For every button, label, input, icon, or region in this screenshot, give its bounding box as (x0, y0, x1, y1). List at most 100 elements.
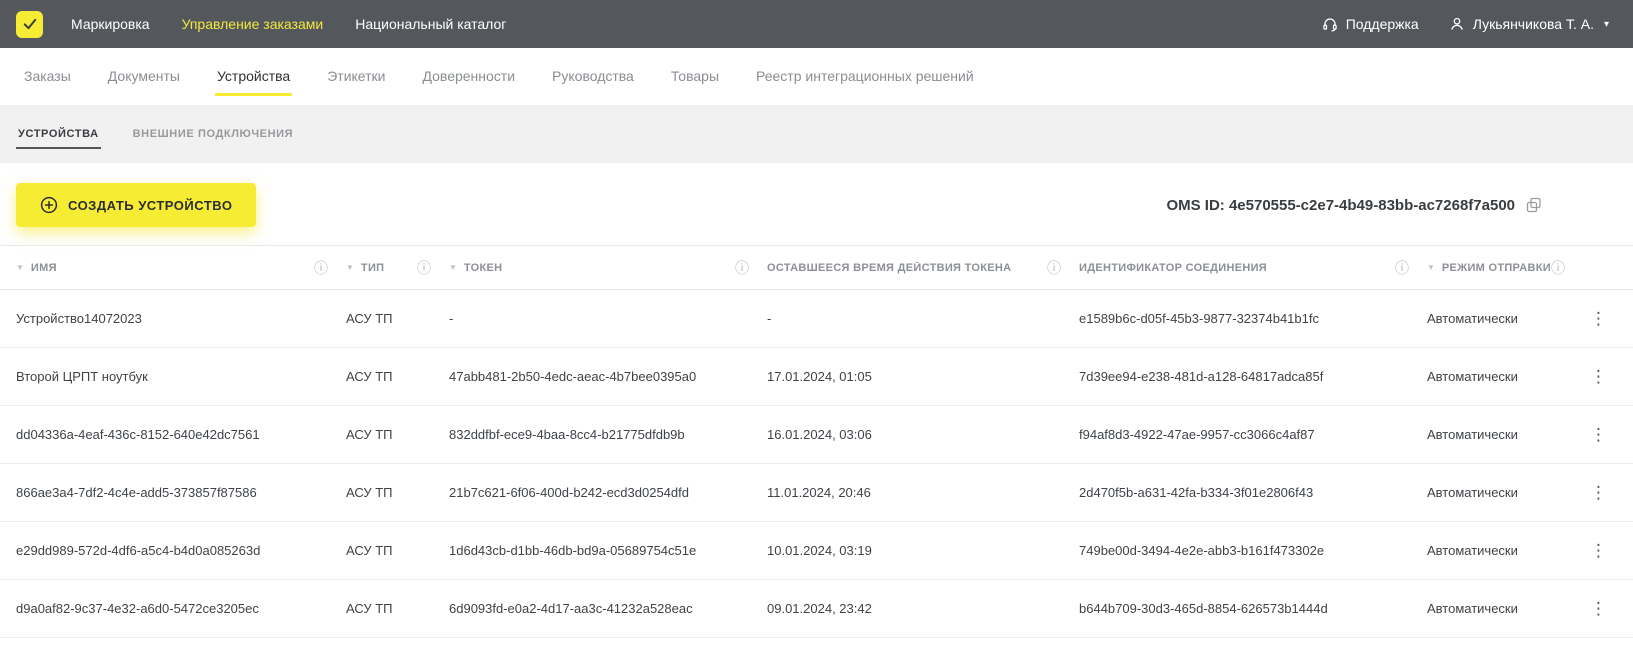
table-header: ▼ИМЯⓘ▼ТИПⓘ▼ТОКЕНⓘОСТАВШЕЕСЯ ВРЕМЯ ДЕЙСТВ… (0, 245, 1633, 290)
table-row: d9a0af82-9c37-4e32-a6d0-5472ce3205ecАСУ … (0, 580, 1633, 638)
column-header-left: ИДЕНТИФИКАТОР СОЕДИНЕНИЯ (1079, 262, 1267, 274)
table-row: dd04336a-4eaf-436c-8152-640e42dc7561АСУ … (0, 406, 1633, 464)
cell-actions: ⋮ (1569, 540, 1617, 561)
cell-connection-id: b644b709-30d3-465d-8854-626573b1444d (1079, 601, 1427, 616)
main-tab-6[interactable]: Товары (669, 58, 721, 96)
user-name: Лукьянчикова Т. А. (1473, 16, 1594, 32)
row-menu-button[interactable]: ⋮ (1584, 598, 1613, 619)
support-link[interactable]: Поддержка (1322, 16, 1419, 32)
table-row: Устройство14072023АСУ ТП--e1589b6c-d05f-… (0, 290, 1633, 348)
cell-token: 47abb481-2b50-4edc-aeac-4b7bee0395a0 (449, 369, 767, 384)
row-menu-button[interactable]: ⋮ (1584, 424, 1613, 445)
cell-actions: ⋮ (1569, 482, 1617, 503)
cell-actions: ⋮ (1569, 366, 1617, 387)
cell-connection-id: 749be00d-3494-4e2e-abb3-b161f473302e (1079, 543, 1427, 558)
devices-panel: СОЗДАТЬ УСТРОЙСТВО OMS ID: 4e570555-c2e7… (0, 163, 1633, 666)
checkmark-icon (21, 15, 39, 33)
sub-tabs: УСТРОЙСТВА ВНЕШНИЕ ПОДКЛЮЧЕНИЯ (0, 105, 1633, 163)
chevron-down-icon: ▾ (1604, 19, 1609, 30)
cell-send-mode: Автоматически (1427, 311, 1569, 326)
column-label: ИДЕНТИФИКАТОР СОЕДИНЕНИЯ (1079, 262, 1267, 274)
column-header-left: ОСТАВШЕЕСЯ ВРЕМЯ ДЕЙСТВИЯ ТОКЕНА (767, 262, 1011, 274)
create-device-button[interactable]: СОЗДАТЬ УСТРОЙСТВО (16, 183, 256, 227)
row-menu-button[interactable]: ⋮ (1584, 308, 1613, 329)
column-header-1[interactable]: ▼ ТИП ⓘ (346, 258, 449, 278)
cell-type: АСУ ТП (346, 601, 449, 616)
cell-actions: ⋮ (1569, 308, 1617, 329)
cell-actions: ⋮ (1569, 598, 1617, 619)
top-nav-item-2[interactable]: Национальный каталог (355, 16, 506, 32)
main-tab-2[interactable]: Устройства (215, 58, 292, 96)
info-icon[interactable]: ⓘ (417, 258, 431, 278)
sort-filter-icon[interactable]: ▼ (1427, 263, 1435, 272)
toolbar: СОЗДАТЬ УСТРОЙСТВО OMS ID: 4e570555-c2e7… (0, 183, 1633, 227)
cell-token: 1d6d43cb-d1bb-46db-bd9a-05689754c51e (449, 543, 767, 558)
column-header-0[interactable]: ▼ ИМЯ ⓘ (16, 258, 346, 278)
main-tab-1[interactable]: Документы (106, 58, 182, 96)
user-menu[interactable]: Лукьянчикова Т. А. ▾ (1449, 16, 1609, 32)
top-nav: Маркировка Управление заказами Национальны… (71, 16, 506, 32)
plus-circle-icon (40, 196, 58, 214)
sort-filter-icon[interactable]: ▼ (346, 263, 354, 272)
sort-filter-icon[interactable]: ▼ (16, 263, 24, 272)
cell-token-time-left: 11.01.2024, 20:46 (767, 485, 1079, 500)
topbar-right: Поддержка Лукьянчикова Т. А. ▾ (1322, 16, 1609, 32)
main-tab-4[interactable]: Доверенности (420, 58, 517, 96)
main-tabs: Заказы Документы Устройства Этикетки Доверен… (0, 48, 1633, 105)
column-label: ТИП (361, 262, 384, 274)
user-icon (1449, 16, 1465, 32)
column-header-2[interactable]: ▼ТОКЕНⓘ (449, 258, 767, 278)
app-logo[interactable] (16, 11, 43, 38)
create-device-label: СОЗДАТЬ УСТРОЙСТВО (68, 198, 232, 213)
info-icon[interactable]: ⓘ (314, 258, 328, 278)
support-label: Поддержка (1346, 16, 1419, 32)
sort-filter-icon[interactable]: ▼ (449, 263, 457, 272)
sub-tab-1[interactable]: ВНЕШНИЕ ПОДКЛЮЧЕНИЯ (131, 120, 296, 149)
info-icon[interactable]: ⓘ (1047, 258, 1061, 278)
main-tab-0[interactable]: Заказы (22, 58, 73, 96)
main-tab-7[interactable]: Реестр интеграционных решений (754, 58, 976, 96)
column-header-3[interactable]: ОСТАВШЕЕСЯ ВРЕМЯ ДЕЙСТВИЯ ТОКЕНА ⓘ (767, 258, 1079, 278)
column-label: ИМЯ (31, 262, 57, 274)
table-body: Устройство14072023АСУ ТП--e1589b6c-d05f-… (0, 290, 1633, 638)
cell-type: АСУ ТП (346, 369, 449, 384)
headset-icon (1322, 16, 1338, 32)
column-header-left: ▼РЕЖИМ ОТПРАВКИ (1427, 262, 1551, 274)
table-row: e29dd989-572d-4df6-a5c4-b4d0a085263dАСУ … (0, 522, 1633, 580)
main-tab-3[interactable]: Этикетки (325, 58, 387, 96)
sub-tab-0[interactable]: УСТРОЙСТВА (16, 120, 101, 149)
cell-connection-id: e1589b6c-d05f-45b3-9877-32374b41b1fc (1079, 311, 1427, 326)
cell-name: 866ae3a4-7df2-4c4e-add5-373857f87586 (16, 485, 346, 500)
cell-name: e29dd989-572d-4df6-a5c4-b4d0a085263d (16, 543, 346, 558)
column-header-left: ▼ ИМЯ (16, 262, 57, 274)
oms-id-value: OMS ID: 4e570555-c2e7-4b49-83bb-ac7268f7… (1166, 197, 1515, 214)
cell-connection-id: 7d39ee94-e238-481d-a128-64817adca85f (1079, 369, 1427, 384)
cell-type: АСУ ТП (346, 311, 449, 326)
top-nav-item-0[interactable]: Маркировка (71, 16, 150, 32)
column-header-5[interactable]: ▼РЕЖИМ ОТПРАВКИⓘ (1427, 258, 1583, 278)
cell-token: 832ddfbf-ece9-4baa-8cc4-b21775dfdb9b (449, 427, 767, 442)
copy-icon[interactable] (1525, 196, 1543, 214)
cell-name: Второй ЦРПТ ноутбук (16, 369, 346, 384)
cell-type: АСУ ТП (346, 427, 449, 442)
devices-table: ▼ИМЯⓘ▼ТИПⓘ▼ТОКЕНⓘОСТАВШЕЕСЯ ВРЕМЯ ДЕЙСТВ… (0, 245, 1633, 638)
cell-token: 6d9093fd-e0a2-4d17-aa3c-41232a528eac (449, 601, 767, 616)
row-menu-button[interactable]: ⋮ (1584, 482, 1613, 503)
column-header-4[interactable]: ИДЕНТИФИКАТОР СОЕДИНЕНИЯ ⓘ (1079, 258, 1427, 278)
cell-connection-id: 2d470f5b-a631-42fa-b334-3f01e2806f43 (1079, 485, 1427, 500)
info-icon[interactable]: ⓘ (1551, 258, 1565, 278)
main-tab-5[interactable]: Руководства (550, 58, 636, 96)
table-row: 866ae3a4-7df2-4c4e-add5-373857f87586АСУ … (0, 464, 1633, 522)
cell-send-mode: Автоматически (1427, 485, 1569, 500)
info-icon[interactable]: ⓘ (1395, 258, 1409, 278)
cell-token-time-left: 17.01.2024, 01:05 (767, 369, 1079, 384)
row-menu-button[interactable]: ⋮ (1584, 366, 1613, 387)
top-nav-item-1[interactable]: Управление заказами (182, 16, 324, 32)
cell-name: d9a0af82-9c37-4e32-a6d0-5472ce3205ec (16, 601, 346, 616)
column-label: ОСТАВШЕЕСЯ ВРЕМЯ ДЕЙСТВИЯ ТОКЕНА (767, 262, 1011, 274)
info-icon[interactable]: ⓘ (735, 258, 749, 278)
table-row: Второй ЦРПТ ноутбукАСУ ТП47abb481-2b50-4… (0, 348, 1633, 406)
row-menu-button[interactable]: ⋮ (1584, 540, 1613, 561)
cell-token: - (449, 311, 767, 326)
cell-token: 21b7c621-6f06-400d-b242-ecd3d0254dfd (449, 485, 767, 500)
